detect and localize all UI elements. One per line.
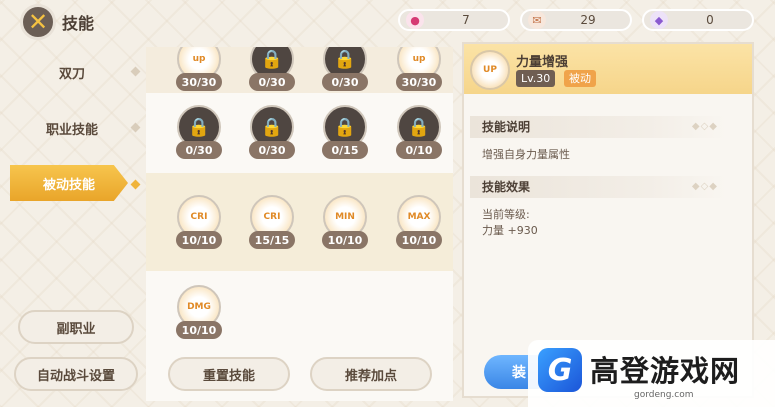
close-button[interactable]: ✕ [20,4,56,40]
section-title: 技能效果 [482,180,531,194]
page-title: 技能 [62,14,95,33]
effect-value: 力量 +930 [482,224,538,237]
skill-slot[interactable]: 🔒 0/30 [247,105,297,163]
watermark-name: 高登游戏网 [590,354,741,388]
skill-slot[interactable]: up 30/30 [394,47,444,95]
skill-level-badge: Lv.30 [516,70,556,87]
auto-battle-settings-button[interactable]: 自动战斗设置 [14,357,138,391]
strength-up-icon: UP [470,50,510,90]
skill-level: 10/10 [176,321,222,339]
reset-skills-button[interactable]: 重置技能 [168,357,290,391]
recommend-points-button[interactable]: 推荐加点 [310,357,432,391]
skill-level: 15/15 [249,231,295,249]
skill-level: 30/30 [176,73,222,91]
skill-slot[interactable]: 🔒 0/30 [247,47,297,95]
skill-slot[interactable]: CRI 15/15 [247,195,297,253]
skill-level: 0/30 [322,73,368,91]
section-effect-header: 技能效果 ◆◇◆ [470,176,726,198]
skill-level: 10/10 [396,231,442,249]
resource-scroll[interactable]: ✉ 29 [520,9,632,31]
skill-level: 0/15 [322,141,368,159]
resource-purple-crystal[interactable]: ◆ 0 [642,9,754,31]
nav-item-dual-blade[interactable]: 双刀 [18,57,126,87]
skill-slot[interactable]: up 30/30 [174,47,224,95]
resource-value: 0 [706,13,714,27]
nav-item-class-skills[interactable]: 职业技能 [18,113,126,143]
skill-slot[interactable]: MIN 10/10 [320,195,370,253]
watermark: G 高登游戏网 gordeng.com [528,340,775,407]
close-icon: ✕ [27,8,49,36]
skill-slot[interactable]: MAX 10/10 [394,195,444,253]
skill-slot[interactable]: 🔒 0/30 [174,105,224,163]
watermark-url: gordeng.com [634,390,694,400]
skill-slot[interactable]: 🔒 0/15 [320,105,370,163]
skill-slot[interactable]: DMG 10/10 [174,285,224,343]
resource-value: 7 [462,13,470,27]
skill-level: 0/30 [249,141,295,159]
diamond-ornament-icon: ◆◇◆ [691,121,718,132]
sub-class-button[interactable]: 副职业 [18,310,134,344]
purple-crystal-icon: ◆ [650,11,668,29]
skill-grid: up 30/30 🔒 0/30 🔒 0/30 up 30/30 🔒 0/30 🔒 0/30 🔒 0/15 🔒… [146,47,453,401]
skill-level: 0/10 [396,141,442,159]
resource-pink-gem[interactable]: ● 7 [398,9,510,31]
section-description-header: 技能说明 ◆◇◆ [470,116,726,138]
skill-slot[interactable]: 🔒 0/30 [320,47,370,95]
watermark-logo-icon: G [538,348,582,392]
skill-level: 0/30 [249,73,295,91]
resource-value: 29 [580,13,596,27]
section-title: 技能说明 [482,120,531,134]
skill-level: 0/30 [176,141,222,159]
current-level-label: 当前等级: [482,208,530,221]
scroll-icon: ✉ [528,11,546,29]
skill-level: 30/30 [396,73,442,91]
skill-slot[interactable]: CRI 10/10 [174,195,224,253]
skill-type-badge: 被动 [564,70,596,87]
skill-level: 10/10 [176,231,222,249]
skill-description: 增强自身力量属性 [482,148,570,161]
pink-gem-icon: ● [406,11,424,29]
nav-item-passive-skills[interactable]: 被动技能 [10,165,128,201]
diamond-ornament-icon: ◆◇◆ [691,181,718,192]
skill-slot[interactable]: 🔒 0/10 [394,105,444,163]
skill-level: 10/10 [322,231,368,249]
skill-name: 力量增强 [516,55,569,70]
